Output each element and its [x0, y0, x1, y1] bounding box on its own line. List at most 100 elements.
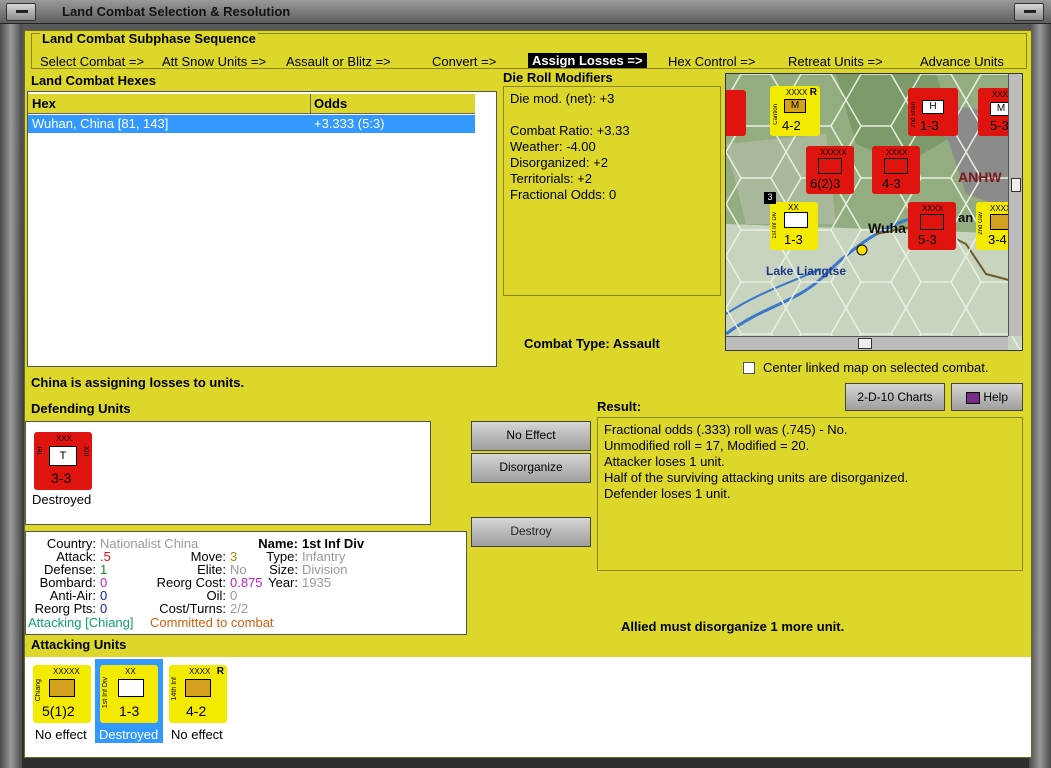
unit-side-label: Cantion	[773, 104, 779, 125]
linked-map[interactable]: Wuha Lake Liangtse ANHW an -5 XXXX R Can…	[725, 73, 1023, 351]
minimize-icon	[16, 10, 28, 13]
unit-size: XX	[788, 203, 799, 212]
unit-side-label: 2nd Shan	[911, 102, 917, 128]
center-map-checkbox[interactable]	[743, 362, 755, 374]
unit-size: XXXXX	[820, 148, 847, 157]
defending-units-panel: XXX Ter XIII T 3-3 Destroyed	[25, 421, 431, 525]
die-roll-line: Territorials: +2	[510, 171, 592, 186]
reorg-pts-value: 0	[100, 601, 108, 616]
unit-symbol: M	[784, 99, 806, 113]
attacking-unit[interactable]: XX 1st Inf Div 1-3	[100, 665, 158, 723]
die-roll-line: Die mod. (net): +3	[510, 91, 615, 106]
map-unit[interactable]: XXXX R Cantion M 4-2	[770, 86, 820, 136]
result-box: Fractional odds (.333) roll was (.745) -…	[597, 417, 1023, 571]
unit-side-label: Chiang	[35, 679, 42, 702]
step-retreat-units: Retreat Units =>	[788, 54, 883, 69]
no-effect-button[interactable]: No Effect	[471, 421, 591, 451]
infantry-icon	[920, 214, 944, 230]
unit-side-label: 1st Inf Div	[102, 677, 109, 709]
map-unit[interactable]: XXXXX 6(2)3	[806, 146, 854, 194]
step-convert: Convert =>	[432, 54, 497, 69]
minimize-button[interactable]	[6, 3, 36, 21]
row-odds: +3.333 (5:3)	[314, 116, 385, 131]
window-title: Land Combat Selection & Resolution	[62, 4, 291, 19]
attacking-unit[interactable]: XXXXX Chiang 5(1)2	[33, 665, 91, 723]
row-hex: Wuhan, China [81, 143]	[32, 116, 169, 131]
center-map-label: Center linked map on selected combat.	[763, 360, 989, 375]
map-unit[interactable]: XXXX 4-3	[872, 146, 920, 194]
step-hex-control: Hex Control =>	[668, 54, 756, 69]
unit-size: XX	[125, 667, 136, 676]
unit-strength: 4-2	[186, 703, 207, 719]
combat-type-value: Assault	[612, 336, 660, 351]
unit-strength: 3-3	[51, 470, 72, 486]
disorganize-button[interactable]: Disorganize	[471, 453, 591, 483]
hexes-title: Land Combat Hexes	[31, 73, 156, 88]
assigning-status: China is assigning losses to units.	[31, 375, 245, 390]
reorg-pts-label: Reorg Pts:	[34, 601, 96, 616]
unit-info-panel: Country: Nationalist China Attack: .5 De…	[25, 531, 467, 635]
stack-count-badge: 3	[764, 192, 776, 204]
unit-strength: 5(1)2	[42, 703, 75, 719]
window-frame: Land Combat Selection & Resolution Land …	[0, 0, 1051, 768]
unit-strength: 5-3	[990, 118, 1009, 133]
scroll-thumb[interactable]	[858, 338, 872, 349]
close-button[interactable]	[1014, 3, 1044, 21]
attacking-unit[interactable]: XXXX R 14th Inf 4-2	[169, 665, 227, 723]
charts-button[interactable]: 2-D-10 Charts	[845, 383, 945, 411]
book-icon	[965, 391, 980, 404]
scroll-thumb[interactable]	[1011, 178, 1021, 192]
hexes-table[interactable]: Hex Odds Wuhan, China [81, 143] +3.333 (…	[27, 91, 497, 367]
result-line: Defender loses 1 unit.	[604, 486, 731, 501]
map-unit[interactable]: 3 XX 1st Inf Div 1-3	[764, 192, 818, 250]
unit-strength: 5-3	[918, 232, 937, 247]
combat-type-label: Combat Type:	[524, 336, 610, 351]
attacking-status: Attacking [Chiang]	[28, 615, 134, 630]
hexes-header: Hex Odds	[28, 94, 475, 114]
table-row[interactable]: Wuhan, China [81, 143] +3.333 (5:3)	[28, 115, 475, 133]
map-unit[interactable]: -5	[726, 90, 746, 136]
close-icon	[1024, 10, 1036, 13]
attacking-unit-status: No effect	[171, 727, 223, 742]
unit-strength: 4-2	[782, 118, 801, 133]
year-value: 1935	[302, 575, 331, 590]
col-divider	[310, 94, 311, 114]
map-lake-label: Lake Liangtse	[766, 264, 847, 278]
die-roll-line: Combat Ratio: +3.33	[510, 123, 630, 138]
unit-strength: 4-3	[882, 176, 901, 191]
client-area: Land Combat Subphase Sequence Select Com…	[24, 30, 1032, 758]
step-assign-losses: Assign Losses =>	[528, 53, 647, 68]
attacking-unit-status: No effect	[35, 727, 87, 742]
cost-turns-value: 2/2	[230, 601, 249, 616]
result-line: Fractional odds (.333) roll was (.745) -…	[604, 422, 848, 437]
defending-title: Defending Units	[31, 401, 131, 416]
unit-size: XXXX	[786, 88, 808, 97]
die-roll-title: Die Roll Modifiers	[503, 70, 613, 85]
map-vertical-scrollbar[interactable]	[1008, 74, 1022, 336]
attacking-units-panel: XXXXX Chiang 5(1)2 No effect XX 1st Inf …	[25, 657, 1031, 757]
result-line: Half of the surviving attacking units ar…	[604, 470, 909, 485]
unit-strength: 1-3	[784, 232, 803, 247]
map-unit[interactable]: XXXX 5-3	[908, 202, 956, 250]
result-line: Unmodified roll = 17, Modified = 20.	[604, 438, 810, 453]
unit-strength: 6(2)3	[810, 176, 841, 191]
destroy-button[interactable]: Destroy	[471, 517, 591, 547]
unit-side-label: 2nd Gav	[978, 212, 984, 235]
unit-side-label: 14th Inf	[171, 677, 178, 701]
attacking-title: Attacking Units	[31, 637, 127, 652]
step-att-snow-units: Att Snow Units =>	[162, 54, 267, 69]
defending-unit[interactable]: XXX Ter XIII T 3-3	[34, 432, 92, 490]
unit-strength: 1-3	[920, 118, 939, 133]
help-button[interactable]: Help	[951, 383, 1023, 411]
step-select-combat: Select Combat =>	[40, 54, 145, 69]
help-label: Help	[983, 390, 1009, 404]
col-hex[interactable]: Hex	[32, 96, 56, 111]
map-horizontal-scrollbar[interactable]	[726, 336, 1008, 350]
col-odds[interactable]: Odds	[314, 96, 347, 111]
map-unit[interactable]: 2nd Shan H 1-3	[908, 88, 958, 136]
right-rail	[1029, 24, 1051, 768]
unit-size: XXXXX	[53, 667, 80, 676]
die-roll-line: Fractional Odds: 0	[510, 187, 617, 202]
infantry-icon	[49, 679, 75, 697]
step-assault-or-blitz: Assault or Blitz =>	[286, 54, 391, 69]
